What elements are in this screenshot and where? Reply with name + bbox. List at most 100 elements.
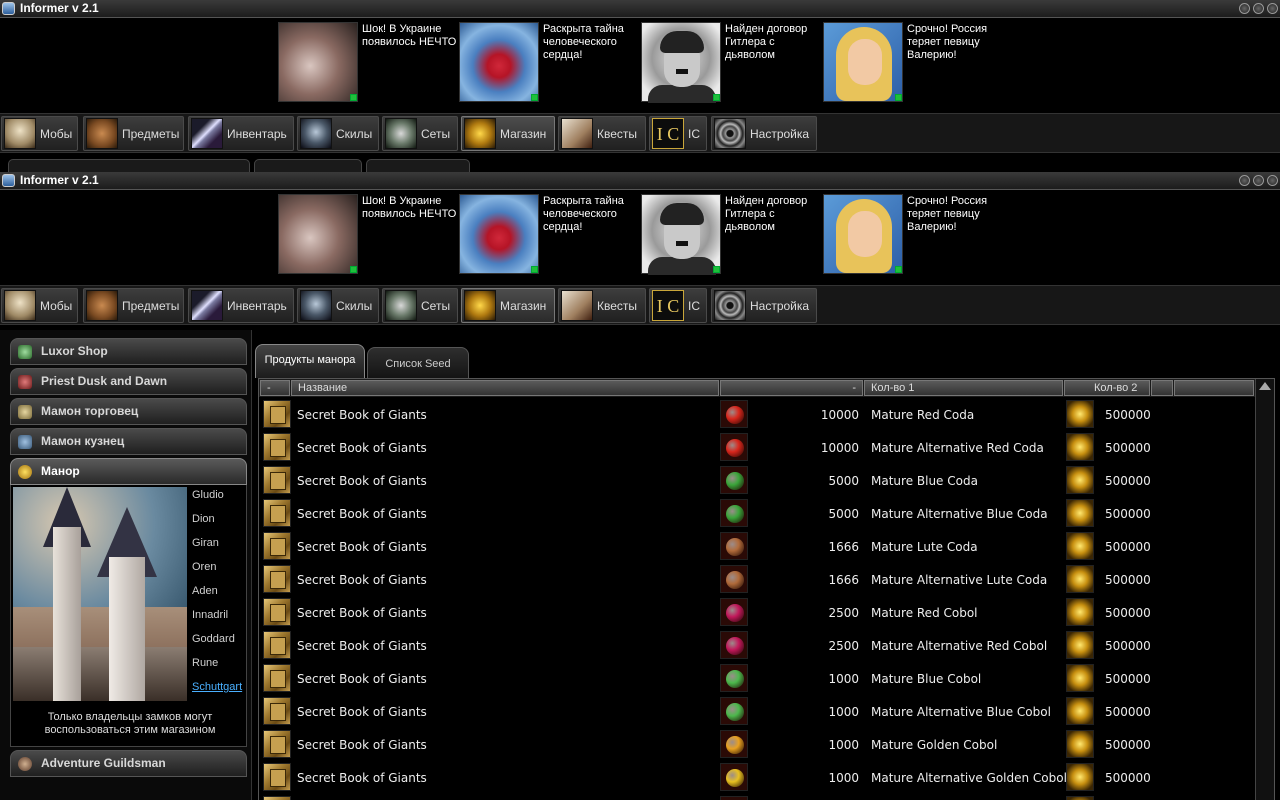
scroll-up-icon[interactable] (1259, 382, 1271, 390)
heart-xray-icon[interactable] (459, 194, 539, 274)
ad-text[interactable]: Найден договор Гитлера с дьяволом (725, 195, 821, 234)
nav-shop[interactable]: Магазин (461, 288, 555, 323)
quantity-1: 2500 (828, 639, 859, 653)
tab-manor-products[interactable]: Продукты манора (255, 344, 365, 378)
sidebar-item-manor[interactable]: Манор (10, 458, 247, 485)
ad-item[interactable]: Раскрыта тайна человеческого сердца! (459, 194, 639, 276)
ad-text[interactable]: Срочно! Россия теряет певицу Валерию! (907, 195, 1003, 234)
nav-ic[interactable]: I C IC (649, 288, 707, 323)
nav-skills[interactable]: Скилы (297, 116, 379, 151)
ad-text[interactable]: Срочно! Россия теряет певицу Валерию! (907, 23, 1003, 62)
town-link[interactable]: Giran (192, 537, 248, 561)
minimize-button[interactable] (1239, 175, 1250, 186)
nav-settings[interactable]: Настройка (711, 116, 817, 151)
sidebar-item-mammon-blacksmith[interactable]: Мамон кузнец (10, 428, 247, 455)
tab-seed-list[interactable]: Список Seed (367, 347, 469, 378)
town-link[interactable]: Gludio (192, 489, 248, 513)
portrait-photo-icon[interactable] (641, 194, 721, 275)
nav-ic[interactable]: I C IC (649, 116, 707, 151)
nav-items[interactable]: Предметы (83, 288, 184, 323)
town-link[interactable]: Oren (192, 561, 248, 585)
sidebar-item-luxor-shop[interactable]: Luxor Shop (10, 338, 247, 365)
table-row[interactable]: Secret Book of Giants1250Mature Red Codr… (259, 794, 1254, 800)
ad-item[interactable]: Найден договор Гитлера с дьяволом (641, 194, 821, 276)
title-bar[interactable]: Informer v 2.1 (0, 0, 1280, 18)
creature-photo-icon[interactable] (278, 22, 358, 102)
ad-text[interactable]: Шок! В Украине появилось НЕЧТО (362, 23, 458, 49)
seed-name: Mature Alternative Blue Cobol (871, 705, 1051, 719)
sidebar-item-adventure-guildsman[interactable]: Adventure Guildsman (10, 750, 247, 777)
nav-shop[interactable]: Магазин (461, 116, 555, 151)
creature-photo-icon[interactable] (278, 194, 358, 274)
ad-text[interactable]: Раскрыта тайна человеческого сердца! (543, 23, 639, 62)
nav-inventory[interactable]: Инвентарь (188, 288, 294, 323)
nav-quests[interactable]: Квесты (558, 116, 646, 151)
nav-sets[interactable]: Сеты (382, 116, 458, 151)
adena-coin-icon (1066, 697, 1094, 725)
table-row[interactable]: Secret Book of Giants 1000 Mature Alternat… (259, 695, 1254, 728)
close-button[interactable] (1267, 3, 1278, 14)
portrait-photo-icon[interactable] (641, 22, 721, 103)
ad-item[interactable]: Найден договор Гитлера с дьяволом (641, 22, 821, 104)
table-row[interactable]: Secret Book of Giants 1666 Mature Alternat… (259, 563, 1254, 596)
table-row[interactable]: Secret Book of Giants 5000 Mature Alternat… (259, 497, 1254, 530)
luxor-shop-icon (18, 345, 32, 359)
ad-text[interactable]: Найден договор Гитлера с дьяволом (725, 23, 821, 62)
adena-coin-icon (1066, 664, 1094, 692)
quantity-1: 10000 (820, 441, 859, 455)
column-header[interactable]: Название (291, 380, 719, 396)
column-header[interactable]: - (720, 380, 863, 396)
nav-mobs[interactable]: Мобы (1, 116, 78, 151)
title-bar[interactable]: Informer v 2.1 (0, 172, 1280, 190)
column-header[interactable]: Кол-во 1 (864, 380, 1063, 396)
nav-inventory[interactable]: Инвентарь (188, 116, 294, 151)
table-row[interactable]: Secret Book of Giants 2500 Mature Alternat… (259, 629, 1254, 662)
ad-item[interactable]: Срочно! Россия теряет певицу Валерию! (823, 194, 1003, 276)
town-link[interactable]: Aden (192, 585, 248, 609)
table-row[interactable]: Secret Book of Giants 10000 Mature Alterna… (259, 431, 1254, 464)
ad-item[interactable]: Раскрыта тайна человеческого сердца! (459, 22, 639, 104)
town-link[interactable]: Goddard (192, 633, 248, 657)
table-row[interactable]: Secret Book of Giants 5000 Mature Blue Cod… (259, 464, 1254, 497)
nav-mobs[interactable]: Мобы (1, 288, 78, 323)
town-link[interactable]: Innadril (192, 609, 248, 633)
minimize-button[interactable] (1239, 3, 1250, 14)
close-button[interactable] (1267, 175, 1278, 186)
book-icon (263, 466, 291, 494)
item-name: Secret Book of Giants (297, 606, 427, 620)
maximize-button[interactable] (1253, 175, 1264, 186)
nav-skills[interactable]: Скилы (297, 288, 379, 323)
nav-quests[interactable]: Квесты (558, 288, 646, 323)
table-row[interactable]: Secret Book of Giants 1000 Mature Blue Cob… (259, 662, 1254, 695)
sidebar-item-mammon-merchant[interactable]: Мамон торговец (10, 398, 247, 425)
town-link-active[interactable]: Schuttgart (192, 681, 248, 705)
ad-item[interactable]: Срочно! Россия теряет певицу Валерию! (823, 22, 1003, 104)
nav-items[interactable]: Предметы (83, 116, 184, 151)
adena-coin-icon (1066, 499, 1094, 527)
table-row[interactable]: Secret Book of Giants 1000 Mature Alternat… (259, 761, 1254, 794)
town-link[interactable]: Dion (192, 513, 248, 537)
nav-sets[interactable]: Сеты (382, 288, 458, 323)
vertical-scrollbar[interactable] (1255, 379, 1274, 800)
ad-text[interactable]: Раскрыта тайна человеческого сердца! (543, 195, 639, 234)
ad-text[interactable]: Шок! В Украине появилось НЕЧТО (362, 195, 458, 221)
table-row[interactable]: Secret Book of Giants 1000 Mature Golden C… (259, 728, 1254, 761)
ad-item[interactable]: Шок! В Украине появилось НЕЧТО (278, 22, 458, 104)
singer-photo-icon[interactable] (823, 194, 903, 274)
town-link[interactable]: Rune (192, 657, 248, 681)
heart-xray-icon[interactable] (459, 22, 539, 102)
column-header[interactable]: - (260, 380, 290, 396)
nav-settings[interactable]: Настройка (711, 288, 817, 323)
table-row[interactable]: Secret Book of Giants 1666 Mature Lute Cod… (259, 530, 1254, 563)
table-row[interactable]: Secret Book of Giants 10000 Mature Red Cod… (259, 398, 1254, 431)
inventory-icon (191, 290, 223, 321)
maximize-button[interactable] (1253, 3, 1264, 14)
adena-coin-icon (1066, 763, 1094, 791)
column-header[interactable]: Кол-во 2 (1064, 380, 1150, 396)
sidebar-item-priest-dusk-dawn[interactable]: Priest Dusk and Dawn (10, 368, 247, 395)
manor-note: Только владельцы замков могут воспользов… (44, 711, 216, 736)
ad-item[interactable]: Шок! В Украине появилось НЕЧТО (278, 194, 458, 276)
singer-photo-icon[interactable] (823, 22, 903, 102)
table-row[interactable]: Secret Book of Giants 2500 Mature Red Cobo… (259, 596, 1254, 629)
adena-coin-icon (1066, 565, 1094, 593)
